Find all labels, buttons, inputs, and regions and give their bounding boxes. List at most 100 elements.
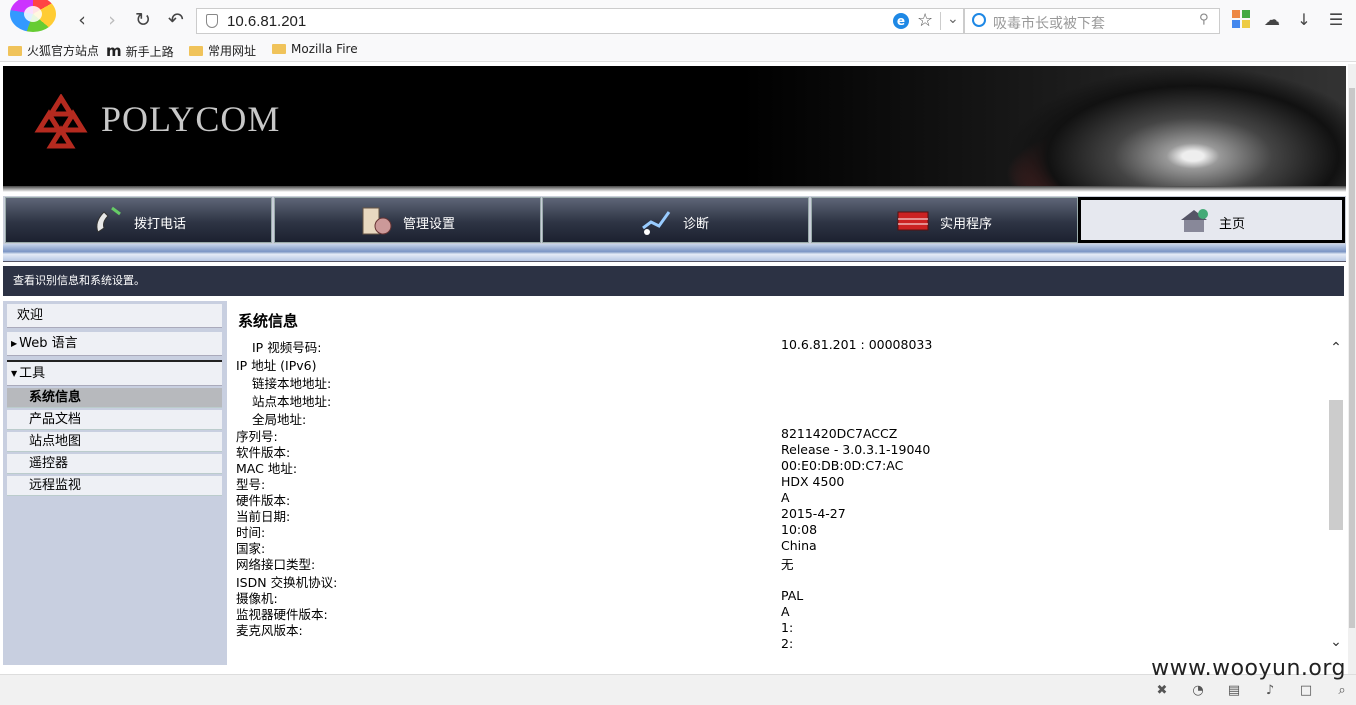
banner-shadow: [3, 186, 1346, 192]
caret-down-icon: ▼: [11, 369, 18, 378]
info-label: 链接本地地址:: [252, 376, 332, 391]
brand-name: POLYCOM: [101, 99, 281, 139]
menu-admin-settings[interactable]: 管理设置: [274, 197, 541, 243]
sidebar-item-product-docs[interactable]: 产品文档: [7, 410, 222, 430]
menu-label: 诊断: [683, 217, 710, 232]
shield-icon: [206, 14, 218, 28]
scroll-down-icon[interactable]: ⌄: [1328, 634, 1344, 650]
bookmark-item[interactable]: m 新手上路: [106, 42, 174, 60]
watermark: www.wooyun.org: [1151, 656, 1346, 681]
sidebar-item-label: 欢迎: [17, 308, 44, 323]
back-icon[interactable]: ‹: [70, 8, 94, 32]
sidebar-item-remote-monitor[interactable]: 远程监视: [7, 476, 222, 496]
info-value: A: [781, 604, 790, 619]
bookmark-star-icon[interactable]: ☆: [917, 10, 933, 31]
info-value: 2:: [781, 636, 794, 651]
reload-icon[interactable]: ↻: [131, 8, 155, 32]
system-info-panel: 系统信息 IP 视频号码: 10.6.81.201 : 00008033 IP 地址…: [232, 302, 1342, 664]
info-label: 网络接口类型:: [236, 557, 316, 572]
url-bar[interactable]: 10.6.81.201 e ☆ ⌄: [196, 8, 964, 34]
sidebar-item-label: Web 语言: [19, 336, 78, 351]
ie-mode-icon[interactable]: e: [893, 13, 909, 29]
window-icon[interactable]: □: [1298, 683, 1314, 698]
bookmark-folder[interactable]: Mozilla Firefox: [272, 42, 358, 60]
separator: [940, 12, 941, 30]
apps-grid-icon[interactable]: [1232, 10, 1252, 30]
menu-label: 主页: [1219, 217, 1246, 232]
info-label: IP 地址 (IPv6): [236, 358, 317, 373]
bookmark-folder[interactable]: 常用网址: [189, 42, 256, 60]
info-value: 10:08: [781, 522, 818, 537]
sidebar-item-site-map[interactable]: 站点地图: [7, 432, 222, 452]
bookmarks-bar: 火狐官方站点 m新手上路 常用网址 Mozilla Firefox: [0, 40, 1356, 62]
bookmark-folder[interactable]: 火狐官方站点: [8, 42, 98, 60]
bookmark-label: 新手上路: [125, 45, 174, 59]
info-value: 00:E0:DB:0D:C7:AC: [781, 458, 904, 473]
search-input[interactable]: 吸毒市长或被下套: [993, 13, 1105, 33]
volume-icon[interactable]: ♪: [1262, 683, 1278, 698]
menu-home[interactable]: 主页: [1078, 197, 1345, 243]
scroll-up-icon[interactable]: ⌃: [1328, 340, 1344, 356]
settings-icon: [362, 207, 392, 235]
menu-place-call[interactable]: 拨打电话: [5, 197, 272, 243]
info-table: IP 视频号码: 10.6.81.201 : 00008033 IP 地址 (IPv…: [232, 238, 1342, 668]
page-scrollbar[interactable]: [1348, 64, 1356, 674]
bookmark-label: 常用网址: [208, 44, 257, 58]
pin-icon[interactable]: ✖: [1154, 683, 1170, 698]
sidebar-item-tools[interactable]: ▼ 工具: [7, 362, 222, 386]
info-value: 10.6.81.201 : 00008033: [781, 337, 933, 352]
menu-utilities[interactable]: 实用程序: [811, 197, 1078, 243]
browser-logo-icon[interactable]: [10, 0, 56, 32]
info-value: HDX 4500: [781, 474, 845, 489]
sidebar-item-label: 产品文档: [29, 412, 82, 427]
scroll-thumb[interactable]: [1329, 400, 1343, 530]
info-label: 麦克风版本:: [236, 623, 303, 638]
info-value: 8211420DC7ACCZ: [781, 426, 898, 441]
menu-label: 管理设置: [403, 217, 456, 232]
info-value: China: [781, 538, 817, 553]
browser-toolbar: ‹ › ↻ ↶ 10.6.81.201 e ☆ ⌄ 吸毒市长或被下套 ⚲ ☁ ↓…: [0, 0, 1356, 40]
info-value: 1:: [781, 620, 794, 635]
sidebar-item-web-language[interactable]: ▶ Web 语言: [7, 332, 222, 356]
download-icon[interactable]: ↓: [1294, 10, 1314, 30]
home-icon: [1181, 209, 1208, 232]
cloud-icon[interactable]: ☁: [1262, 10, 1282, 30]
info-label: IP 视频号码:: [252, 340, 322, 355]
content-scrollbar[interactable]: ⌃ ⌄: [1328, 340, 1344, 658]
sidebar-item-label: 工具: [19, 366, 46, 381]
url-text[interactable]: 10.6.81.201: [227, 13, 306, 30]
search-engine-icon[interactable]: [972, 13, 986, 27]
zoom-icon[interactable]: ⌕: [1334, 683, 1350, 698]
menu-diagnostics[interactable]: 诊断: [542, 197, 809, 243]
search-bar[interactable]: 吸毒市长或被下套 ⚲: [964, 8, 1220, 34]
search-icon[interactable]: ⚲: [1199, 12, 1209, 27]
chevron-down-icon[interactable]: ⌄: [947, 11, 959, 27]
info-value: PAL: [781, 588, 804, 603]
water-splash-image: [1006, 66, 1346, 186]
toolbox-icon: [897, 211, 929, 231]
forward-icon[interactable]: ›: [100, 8, 124, 32]
folder-icon: [8, 46, 22, 56]
caret-right-icon: ▶: [11, 339, 18, 348]
polycom-logo-icon: [34, 94, 88, 149]
web-page: POLYCOM 拨打电话 管理设置 诊断 实用程序 主页 查看识别信息和系统设置…: [0, 64, 1346, 674]
sidebar: 欢迎 ▶ Web 语言 ▼ 工具 系统信息 产品文档 站点地图 遥控器 远程监视: [3, 301, 227, 665]
sidebar-item-system-info[interactable]: 系统信息: [7, 388, 222, 408]
sidebar-item-label: 系统信息: [29, 390, 82, 405]
trash-icon[interactable]: ▤: [1226, 683, 1242, 698]
sidebar-item-welcome[interactable]: 欢迎: [7, 304, 222, 328]
speed-icon[interactable]: ◔: [1190, 683, 1206, 698]
undo-icon[interactable]: ↶: [164, 8, 188, 32]
phone-icon: [96, 206, 121, 233]
menu-label: 实用程序: [940, 217, 993, 232]
folder-icon: [272, 44, 286, 54]
mozilla-icon: m: [106, 42, 122, 60]
bookmark-label: 火狐官方站点: [27, 44, 98, 58]
sidebar-item-label: 远程监视: [29, 478, 82, 493]
info-label: 站点本地地址:: [252, 394, 332, 409]
menu-icon[interactable]: ☰: [1326, 10, 1346, 30]
polycom-banner: POLYCOM: [3, 66, 1346, 186]
sidebar-item-remote-control[interactable]: 遥控器: [7, 454, 222, 474]
info-value: 无: [781, 557, 794, 572]
scroll-thumb[interactable]: [1349, 88, 1355, 628]
